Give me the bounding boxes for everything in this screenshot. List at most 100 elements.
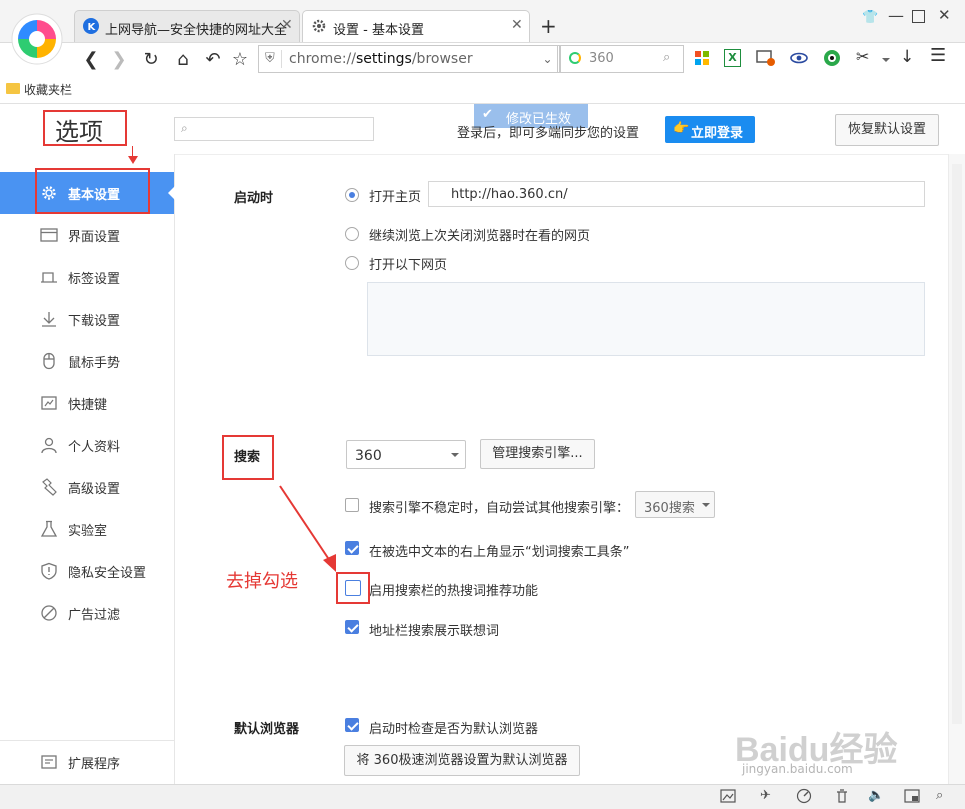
folder-icon	[6, 83, 20, 94]
sidebar-item-download[interactable]: 下载设置	[0, 298, 174, 340]
settings-sidebar: 基本设置 界面设置 标签设置 下载设置 鼠标手势 快捷键 个人资料 高级设置 实…	[0, 154, 175, 784]
reload-icon[interactable]: ↻	[140, 50, 162, 70]
section-title-default-browser: 默认浏览器	[234, 722, 300, 737]
extension-icon	[40, 753, 58, 771]
bookmarks-folder[interactable]: 收藏夹栏	[24, 81, 72, 98]
maximize-icon[interactable]	[912, 10, 925, 23]
sidebar-item-lab[interactable]: 实验室	[0, 508, 174, 550]
search-engine-value: 360	[355, 448, 382, 464]
sidebar-item-label: 下载设置	[68, 314, 121, 329]
scrollbar[interactable]	[948, 154, 965, 784]
menu-icon[interactable]: ☰	[930, 45, 946, 66]
undo-icon[interactable]: ↶	[202, 50, 224, 70]
svg-text:K: K	[88, 22, 97, 33]
star-icon[interactable]: ☆	[229, 50, 251, 70]
home-url-text: http://hao.360.cn/	[451, 187, 568, 202]
close-window-icon[interactable]: ✕	[938, 6, 951, 24]
hand-icon: 👉	[673, 121, 690, 136]
sidebar-item-adblock[interactable]: 广告过滤	[0, 592, 174, 634]
block-icon	[40, 604, 58, 622]
forward-icon[interactable]: ❯	[108, 50, 130, 70]
search-box[interactable]: 360 ⌕	[560, 45, 684, 73]
scissors-dropdown-icon[interactable]	[882, 58, 890, 66]
new-tab-button[interactable]: +	[540, 14, 557, 38]
speed-icon[interactable]	[796, 788, 812, 804]
image-icon[interactable]	[720, 788, 736, 804]
chevron-down-icon	[451, 453, 459, 461]
site-info-icon[interactable]: ⛨	[265, 51, 275, 66]
download-icon	[40, 310, 58, 328]
excel-icon[interactable]: X	[724, 49, 741, 67]
divider	[281, 50, 282, 68]
set-default-browser-button[interactable]: 将 360极速浏览器设置为默认浏览器	[344, 745, 580, 776]
sidebar-item-profile[interactable]: 个人资料	[0, 424, 174, 466]
sidebar-item-label: 标签设置	[68, 272, 121, 287]
scissors-icon[interactable]: ✂	[856, 47, 869, 66]
skin-icon[interactable]: 👕	[862, 10, 878, 25]
restore-defaults-button[interactable]: 恢复默认设置	[835, 114, 939, 146]
home-icon[interactable]: ⌂	[172, 50, 194, 70]
sidebar-item-shortcuts[interactable]: 快捷键	[0, 382, 174, 424]
volume-icon[interactable]: 🔈	[868, 788, 884, 804]
browser-logo-icon[interactable]	[10, 12, 64, 66]
back-icon[interactable]: ❮	[80, 50, 102, 70]
green-eye-icon[interactable]	[822, 49, 842, 67]
zoom-icon[interactable]: ⌕	[936, 788, 952, 804]
tab-close-icon[interactable]: ✕	[511, 17, 523, 33]
trash-icon[interactable]	[834, 788, 850, 804]
manage-search-engines-button[interactable]: 管理搜索引擎...	[480, 439, 595, 469]
sidebar-item-mouse[interactable]: 鼠标手势	[0, 340, 174, 382]
sidebar-item-ui[interactable]: 界面设置	[0, 214, 174, 256]
radio-continue-session[interactable]	[345, 227, 359, 241]
fallback-engine-select[interactable]: 360搜索	[635, 491, 715, 518]
search-engine-select[interactable]: 360	[346, 440, 466, 469]
checkbox-check-default[interactable]	[345, 718, 359, 732]
tab-close-icon[interactable]: ✕	[281, 17, 293, 33]
window-mode-icon[interactable]	[904, 788, 920, 804]
watermark-url: jingyan.baidu.com	[742, 762, 853, 776]
status-bar	[0, 784, 965, 809]
url-host: settings	[356, 51, 412, 67]
continue-session-label: 继续浏览上次关闭浏览器时在看的网页	[369, 229, 591, 244]
k-favicon-icon: K	[83, 18, 99, 34]
sidebar-item-extensions[interactable]: 扩展程序	[0, 741, 174, 783]
sidebar-item-label: 界面设置	[68, 230, 121, 245]
settings-search-input[interactable]: ⌕	[174, 117, 374, 141]
startup-pages-list[interactable]	[367, 282, 925, 356]
window-icon	[40, 226, 58, 244]
minimize-icon[interactable]: —	[888, 6, 904, 25]
tab-settings[interactable]: 设置 - 基本设置 ✕	[302, 10, 530, 42]
sidebar-item-privacy[interactable]: 隐私安全设置	[0, 550, 174, 592]
section-title-startup: 启动时	[234, 191, 274, 206]
address-bar[interactable]: ⛨ chrome://settings/browser	[258, 45, 558, 73]
search-engine-label: 360	[589, 51, 614, 66]
search-icon[interactable]: ⌕	[663, 50, 670, 65]
check-icon: ✔	[482, 107, 493, 122]
flask-icon	[40, 520, 58, 538]
open-pages-label: 打开以下网页	[369, 258, 448, 273]
eye-icon[interactable]	[790, 50, 808, 66]
sidebar-item-advanced[interactable]: 高级设置	[0, 466, 174, 508]
url-path: /browser	[411, 51, 473, 67]
scrollbar-thumb[interactable]	[952, 164, 962, 724]
pin-icon[interactable]: ✈	[760, 788, 776, 804]
checkbox-address-suggest[interactable]	[345, 620, 359, 634]
sidebar-item-label: 个人资料	[68, 440, 121, 455]
radio-open-pages[interactable]	[345, 256, 359, 270]
sidebar-item-tabs[interactable]: 标签设置	[0, 256, 174, 298]
address-dropdown-icon[interactable]: ⌄	[536, 45, 560, 73]
url-text: chrome://settings/browser	[289, 51, 473, 67]
chevron-down-icon	[702, 503, 710, 511]
annotation-arrow-icon	[279, 485, 336, 572]
apps-icon[interactable]	[694, 50, 710, 66]
home-url-input[interactable]: http://hao.360.cn/	[428, 181, 925, 207]
login-button[interactable]: 👉 立即登录	[665, 116, 755, 143]
sidebar-item-label: 隐私安全设置	[68, 566, 147, 581]
tab-hao360[interactable]: K 上网导航—安全快捷的网址大全 ✕	[74, 10, 300, 42]
radio-open-home[interactable]	[345, 188, 359, 202]
screenshot-tool-icon[interactable]	[756, 49, 776, 67]
download-toolbar-icon[interactable]: ↓	[900, 47, 914, 67]
search-icon: ⌕	[181, 121, 188, 135]
login-hint: 登录后，即可多端同步您的设置	[457, 126, 640, 141]
annotation-box-basic	[35, 168, 150, 214]
